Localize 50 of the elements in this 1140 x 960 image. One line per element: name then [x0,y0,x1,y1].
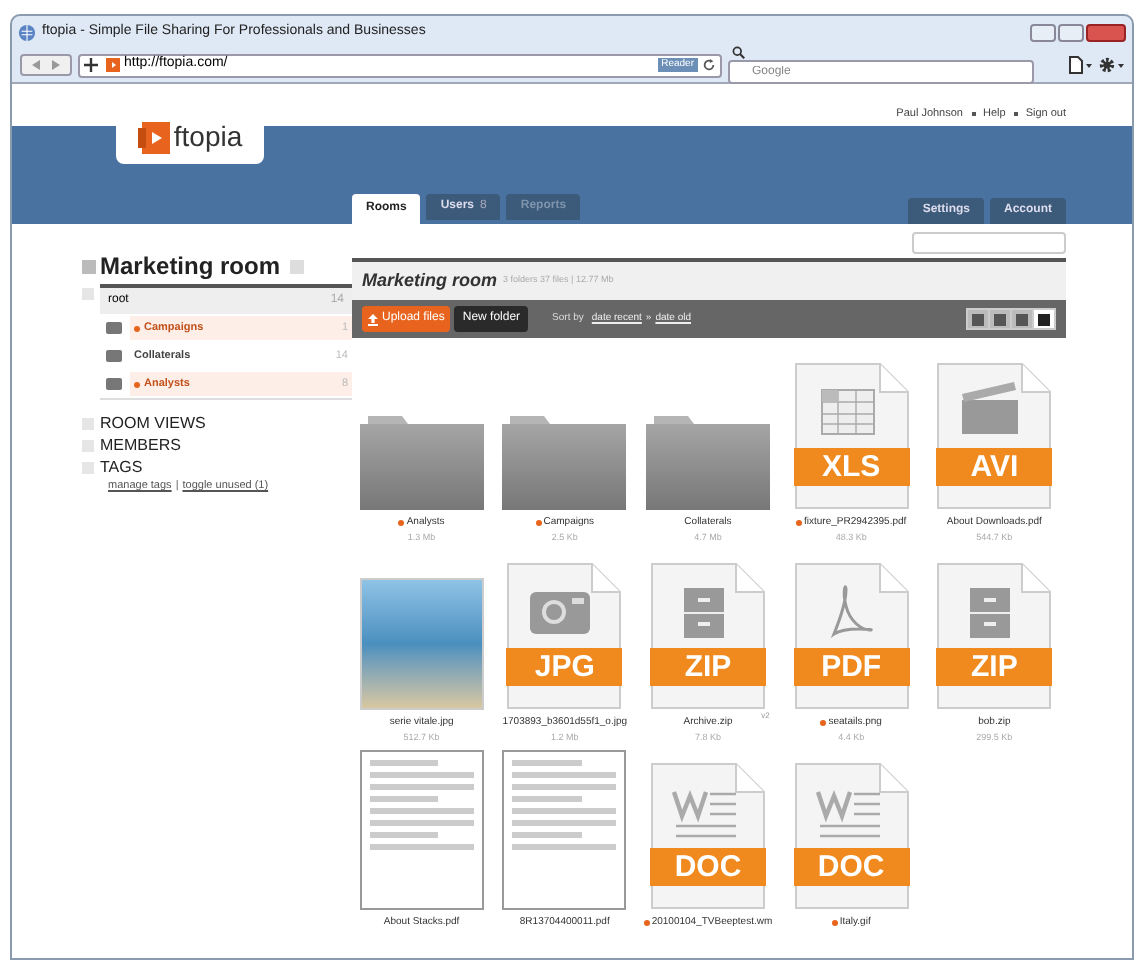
file-type-label: DOC [672,848,744,886]
page-icon[interactable] [1068,56,1092,74]
photo-placeholder[interactable] [359,578,484,710]
back-arrow-icon [32,60,40,70]
globe-icon [18,23,36,41]
section-heading[interactable]: ROOM VIEWS [100,411,206,435]
settings-icon[interactable] [1098,56,1124,74]
folder-icon[interactable] [645,416,770,510]
file-type-label: ZIP [682,648,734,686]
site-logo-icon [106,58,120,72]
file-type-label: JPG [532,648,597,686]
plus-icon [80,54,102,76]
room-heading: Marketing room [362,267,498,294]
filter-field[interactable] [912,232,1066,254]
file-icon[interactable] [793,362,910,510]
file-icon[interactable] [649,562,766,710]
logo-icon [137,121,170,153]
document-thumbnail[interactable] [502,750,627,910]
folder-icon[interactable] [502,416,627,510]
file-icon[interactable] [793,562,910,710]
collapse-icon[interactable] [82,259,96,273]
close-button[interactable] [1086,23,1126,41]
section-heading[interactable]: TAGS [100,455,143,479]
document-thumbnail[interactable] [359,750,484,910]
file-icon[interactable] [649,762,766,910]
room-title: Marketing room [100,250,281,284]
file-icon[interactable] [936,362,1053,510]
file-type-label: AVI [968,448,1021,486]
file-type-label: ZIP [969,648,1020,686]
view-toggle[interactable] [1034,310,1054,328]
file-icon[interactable] [793,762,910,910]
minimize-button[interactable] [1030,23,1056,41]
back-forward-button[interactable] [20,54,72,76]
view-toggle[interactable] [1012,310,1032,328]
forward-arrow-icon [52,60,60,70]
upload-icon [368,313,378,325]
file-icon[interactable] [506,562,623,710]
reload-icon[interactable] [702,58,716,72]
view-toggle[interactable] [990,310,1010,328]
folder-icon[interactable] [359,416,484,510]
maximize-button[interactable] [1058,23,1084,41]
file-type-label: PDF [819,648,884,686]
search-icon [732,46,746,60]
view-toggle[interactable] [968,310,988,328]
file-icon[interactable] [936,562,1053,710]
section-heading[interactable]: MEMBERS [100,433,181,457]
tree-toggle-icon[interactable] [82,288,94,300]
file-type-label: XLS [820,448,883,486]
logo-text: ftopia [173,118,243,156]
file-type-label: DOC [815,848,887,886]
